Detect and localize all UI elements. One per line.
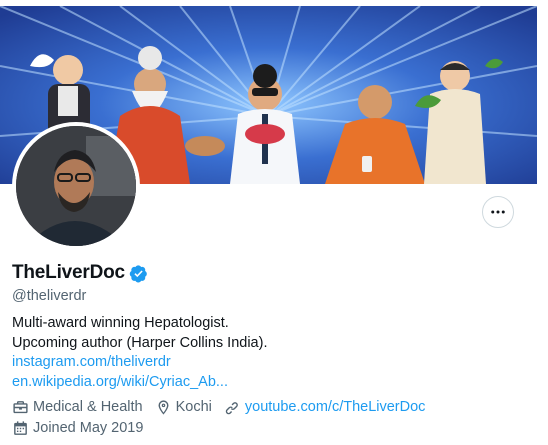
display-name: TheLiverDoc <box>12 262 125 283</box>
link-icon <box>225 401 238 414</box>
meta-category: Medical & Health <box>12 399 143 416</box>
profile-handle: @theliverdr <box>12 288 87 304</box>
briefcase-icon <box>13 400 28 413</box>
meta-website: youtube.com/c/TheLiverDoc <box>224 399 426 416</box>
bio-link-instagram[interactable]: instagram.com/theliverdr <box>12 354 171 370</box>
location-label: Kochi <box>175 399 212 415</box>
scrollbar-track[interactable] <box>537 0 548 445</box>
profile-bio: Multi-award winning Hepatologist. Upcomi… <box>12 314 512 392</box>
verified-badge-icon[interactable] <box>129 264 148 283</box>
name-row: TheLiverDoc <box>12 262 148 284</box>
avatar[interactable] <box>16 126 136 246</box>
more-icon <box>491 210 505 214</box>
bio-line: Multi-award winning Hepatologist. <box>12 315 229 331</box>
meta-row-2: Joined May 2019 <box>12 418 437 438</box>
avatar-photo <box>16 126 136 246</box>
website-link[interactable]: youtube.com/c/TheLiverDoc <box>245 399 426 415</box>
avatar-frame <box>12 122 140 250</box>
meta-joined: Joined May 2019 <box>12 420 143 437</box>
category-label: Medical & Health <box>33 399 143 415</box>
location-pin-icon <box>158 399 169 415</box>
bio-link-wikipedia[interactable]: en.wikipedia.org/wiki/Cyriac_Ab... <box>12 374 228 390</box>
meta-row-1: Medical & Health Kochi youtube.com/c/The… <box>12 397 437 417</box>
profile-meta: Medical & Health Kochi youtube.com/c/The… <box>12 397 437 439</box>
meta-location: Kochi <box>155 399 212 416</box>
more-options-button[interactable] <box>482 196 514 228</box>
calendar-icon <box>14 420 27 435</box>
bio-line: Upcoming author (Harper Collins India). <box>12 334 268 351</box>
joined-label: Joined May 2019 <box>33 420 144 436</box>
